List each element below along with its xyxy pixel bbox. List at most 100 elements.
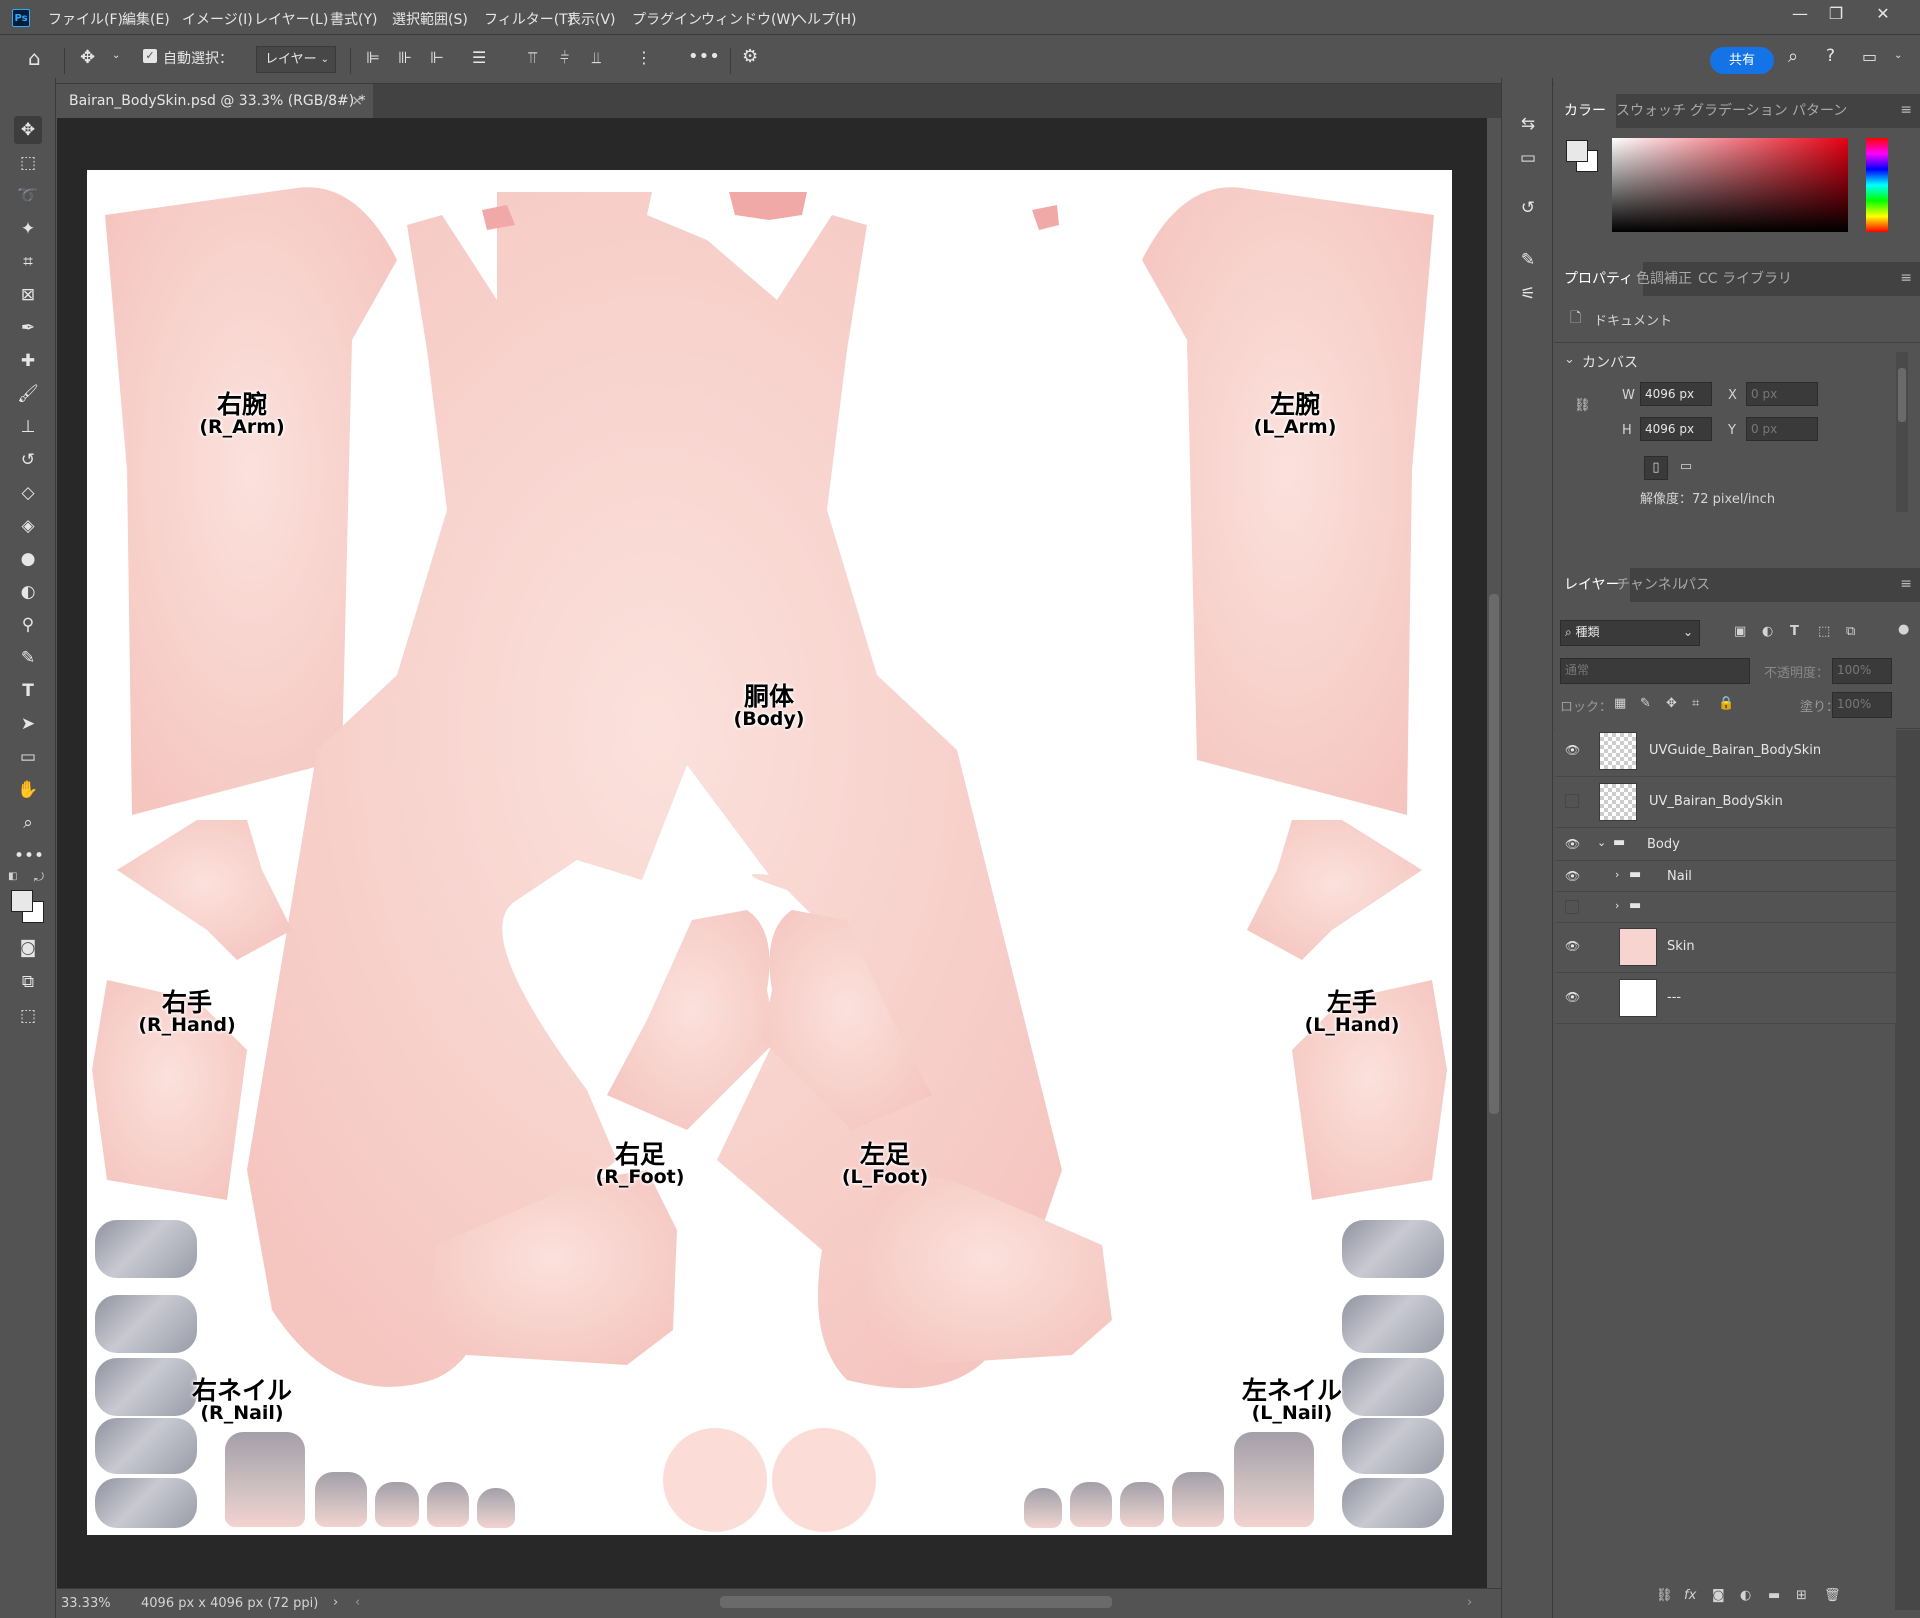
align-left-icon[interactable]: ⊫ — [366, 48, 380, 67]
move-tool-icon[interactable]: ✥ — [80, 47, 95, 68]
menu-layer[interactable]: レイヤー(L) — [254, 9, 328, 29]
eyedropper-icon[interactable]: ✒ — [14, 314, 42, 342]
restore-icon[interactable]: ❐ — [1821, 4, 1851, 23]
zoom-level[interactable]: 33.33% — [61, 1596, 111, 1611]
magic-wand-icon[interactable]: ✦ — [14, 215, 42, 243]
landscape-icon[interactable]: ▭ — [1674, 456, 1698, 480]
menu-view[interactable]: 表示(V) — [567, 9, 616, 29]
tab-patterns[interactable]: パターン — [1782, 94, 1857, 128]
canvas-header[interactable]: カンバス — [1582, 352, 1638, 372]
menu-type[interactable]: 書式(Y) — [330, 9, 377, 29]
link-icon[interactable]: ⛓ — [1574, 398, 1591, 413]
pen-icon[interactable]: ✎ — [14, 644, 42, 672]
fill-input[interactable]: 100% — [1832, 692, 1892, 718]
zoom-lens-icon[interactable]: ⚲ — [14, 611, 42, 639]
tab-gradients[interactable]: グラデーション — [1680, 94, 1798, 128]
type-icon[interactable]: T — [14, 677, 42, 705]
menu-plugins[interactable]: プラグイン — [632, 9, 702, 29]
layer-group-row[interactable]: 👁 ⌄ ▬ Body — [1555, 829, 1896, 861]
filter-toggle-icon[interactable]: ● — [1898, 622, 1909, 637]
eye-icon[interactable]: 👁 — [1565, 990, 1581, 1006]
more-icon[interactable]: ••• — [688, 46, 720, 67]
fx-icon[interactable]: fx — [1684, 1588, 1696, 1603]
hue-slider[interactable] — [1866, 138, 1888, 232]
document-canvas[interactable]: 右腕 (R_Arm) 左腕 (L_Arm) 胴体 (Body) 右手 (R_Hand) … — [87, 170, 1452, 1535]
share-button[interactable]: 共有 — [1710, 47, 1774, 74]
properties-menu-icon[interactable]: ≡ — [1900, 270, 1912, 286]
filter-adjust-icon[interactable]: ◐ — [1762, 624, 1773, 639]
home-icon[interactable]: ⌂ — [28, 46, 41, 70]
layers-menu-icon[interactable]: ≡ — [1900, 576, 1912, 592]
lock-all-icon[interactable]: 🔒 — [1718, 696, 1734, 711]
filter-smart-icon[interactable]: ⧉ — [1846, 624, 1855, 639]
brush-settings-icon[interactable]: ✎ — [1514, 246, 1542, 274]
zoom-icon[interactable]: ⌕ — [14, 809, 42, 837]
lock-paint-icon[interactable]: ✎ — [1640, 696, 1651, 711]
lock-move-icon[interactable]: ✥ — [1666, 696, 1677, 711]
minimize-icon[interactable]: — — [1785, 4, 1815, 23]
new-adjustment-icon[interactable]: ◐ — [1740, 1588, 1751, 1603]
healing-icon[interactable]: ✚ — [14, 347, 42, 375]
tab-cc-libraries[interactable]: CC ライブラリ — [1688, 262, 1802, 296]
properties-scroll-thumb[interactable] — [1898, 368, 1906, 422]
eye-icon[interactable]: 👁 — [1565, 939, 1581, 955]
path-select-icon[interactable]: ➤ — [14, 710, 42, 738]
layer-row[interactable]: 👁 --- — [1555, 974, 1896, 1024]
generative-icon[interactable]: ⬚ — [14, 1002, 42, 1030]
layer-row[interactable]: 👁 Skin — [1555, 923, 1896, 973]
link-layers-icon[interactable]: ⛓ — [1656, 1588, 1673, 1603]
workspace-icon[interactable]: ▭ — [1862, 47, 1877, 66]
screen-mode-icon[interactable]: ⧉ — [14, 968, 42, 996]
lock-transparent-icon[interactable]: ▦ — [1614, 696, 1626, 711]
learn-icon[interactable]: ⇆ — [1514, 110, 1542, 138]
marquee-icon[interactable]: ⬚ — [14, 149, 42, 177]
tab-paths[interactable]: パス — [1672, 568, 1720, 602]
canvas-height-input[interactable]: 4096 px — [1640, 417, 1712, 441]
swap-colors-icon[interactable]: ⤾ — [34, 870, 44, 885]
menu-select[interactable]: 選択範囲(S) — [392, 9, 468, 29]
vertical-scroll-thumb[interactable] — [1489, 594, 1499, 1114]
align-right-icon[interactable]: ⊩ — [430, 48, 444, 67]
bucket-icon[interactable]: ◈ — [14, 512, 42, 540]
group-collapse-icon[interactable]: › — [1615, 899, 1619, 912]
align-top-icon[interactable]: ⫪ — [528, 48, 537, 68]
distribute-icon[interactable]: ☰ — [472, 48, 486, 67]
workspace-chevron-icon[interactable]: ⌄ — [1894, 50, 1902, 61]
dodge-icon[interactable]: ◐ — [14, 578, 42, 606]
layer-filter-dropdown[interactable]: ⌕ 種類 ⌄ — [1560, 620, 1700, 646]
menu-window[interactable]: ウィンドウ(W) — [701, 9, 796, 29]
filter-image-icon[interactable]: ▣ — [1734, 624, 1746, 639]
document-tab[interactable]: Bairan_BodySkin.psd @ 33.3% (RGB/8#) * × — [57, 84, 373, 118]
status-chevron-icon[interactable]: › — [333, 1595, 338, 1610]
gear-icon[interactable]: ⚙ — [742, 46, 758, 67]
move-icon[interactable]: ✥ — [14, 116, 42, 144]
document-info[interactable]: 4096 px x 4096 px (72 ppi) — [141, 1596, 318, 1611]
horizontal-scroll-thumb[interactable] — [720, 1596, 1112, 1608]
align-bottom-icon[interactable]: ⫫ — [592, 48, 601, 68]
layer-row[interactable]: 👁 UVGuide_Bairan_BodySkin — [1555, 727, 1896, 777]
new-group-icon[interactable]: ▬ — [1768, 1588, 1780, 1603]
eye-icon[interactable]: 👁 — [1565, 869, 1581, 885]
layer-group-row[interactable]: 👁 › ▬ Nail — [1555, 861, 1896, 892]
mask-icon[interactable]: ◙ — [1712, 1588, 1725, 1603]
distribute-vertical-icon[interactable]: ⋮ — [636, 48, 652, 67]
blend-mode-dropdown[interactable]: 通常 — [1560, 658, 1750, 684]
search-icon[interactable]: ⌕ — [1788, 46, 1798, 67]
portrait-icon[interactable]: ▯ — [1644, 456, 1668, 480]
color-field[interactable] — [1612, 138, 1848, 232]
rectangle-icon[interactable]: ▭ — [14, 743, 42, 771]
stamp-icon[interactable]: ⊥ — [14, 413, 42, 441]
eraser-icon[interactable]: ◇ — [14, 479, 42, 507]
panel-menu-icon[interactable]: ≡ — [1900, 102, 1912, 118]
filter-shape-icon[interactable]: ⬚ — [1818, 624, 1830, 639]
auto-select-checkbox[interactable]: ✓ — [143, 49, 157, 63]
history-icon[interactable]: ↺ — [1514, 194, 1542, 222]
scroll-right-icon[interactable]: › — [1467, 1595, 1472, 1610]
eye-icon[interactable]: 👁 — [1565, 837, 1581, 853]
align-middle-icon[interactable]: ⫩ — [560, 48, 569, 68]
eye-hidden-icon[interactable] — [1565, 794, 1579, 808]
canvas-chevron-icon[interactable]: ⌄ — [1564, 352, 1575, 367]
canvas-x-input[interactable]: 0 px — [1746, 382, 1818, 406]
frame-icon[interactable]: ⊠ — [14, 281, 42, 309]
canvas-y-input[interactable]: 0 px — [1746, 417, 1818, 441]
